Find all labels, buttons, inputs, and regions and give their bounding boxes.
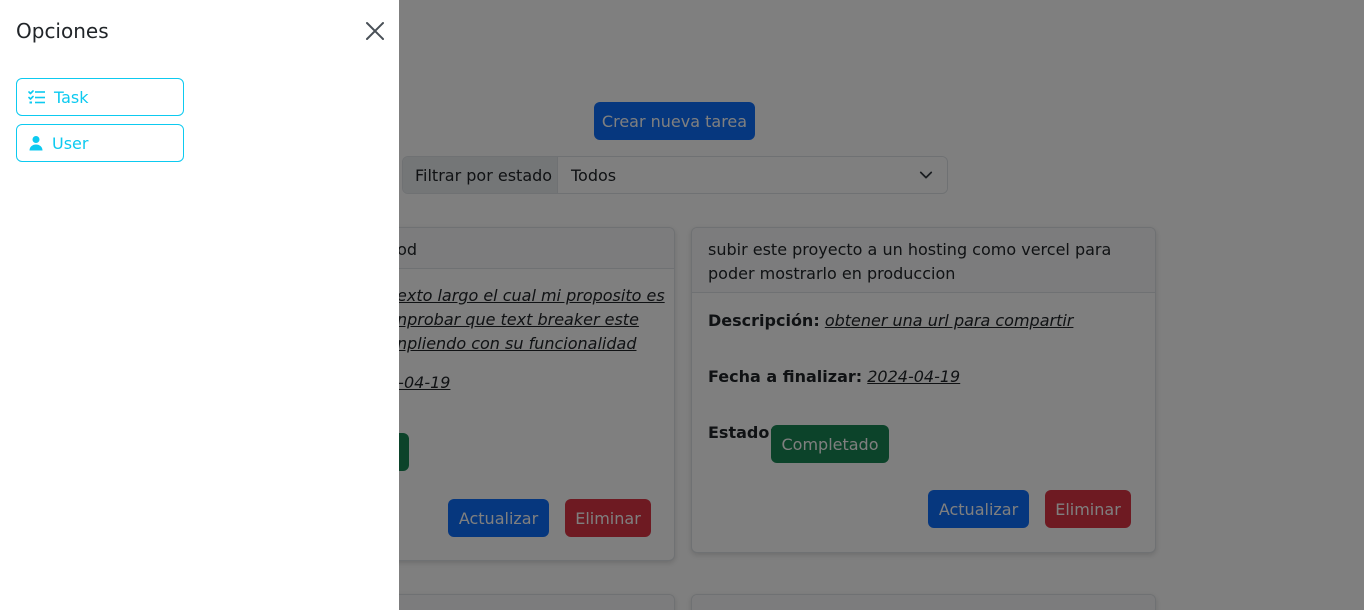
offcanvas-title: Opciones (16, 19, 109, 43)
close-icon[interactable] (364, 20, 386, 42)
list-check-icon (28, 90, 45, 104)
user-option-button[interactable]: User (16, 124, 184, 162)
person-icon (29, 136, 43, 151)
task-option-label: Task (54, 87, 89, 107)
options-offcanvas: Opciones Task User (0, 0, 399, 610)
user-option-label: User (52, 133, 89, 153)
task-option-button[interactable]: Task (16, 78, 184, 116)
